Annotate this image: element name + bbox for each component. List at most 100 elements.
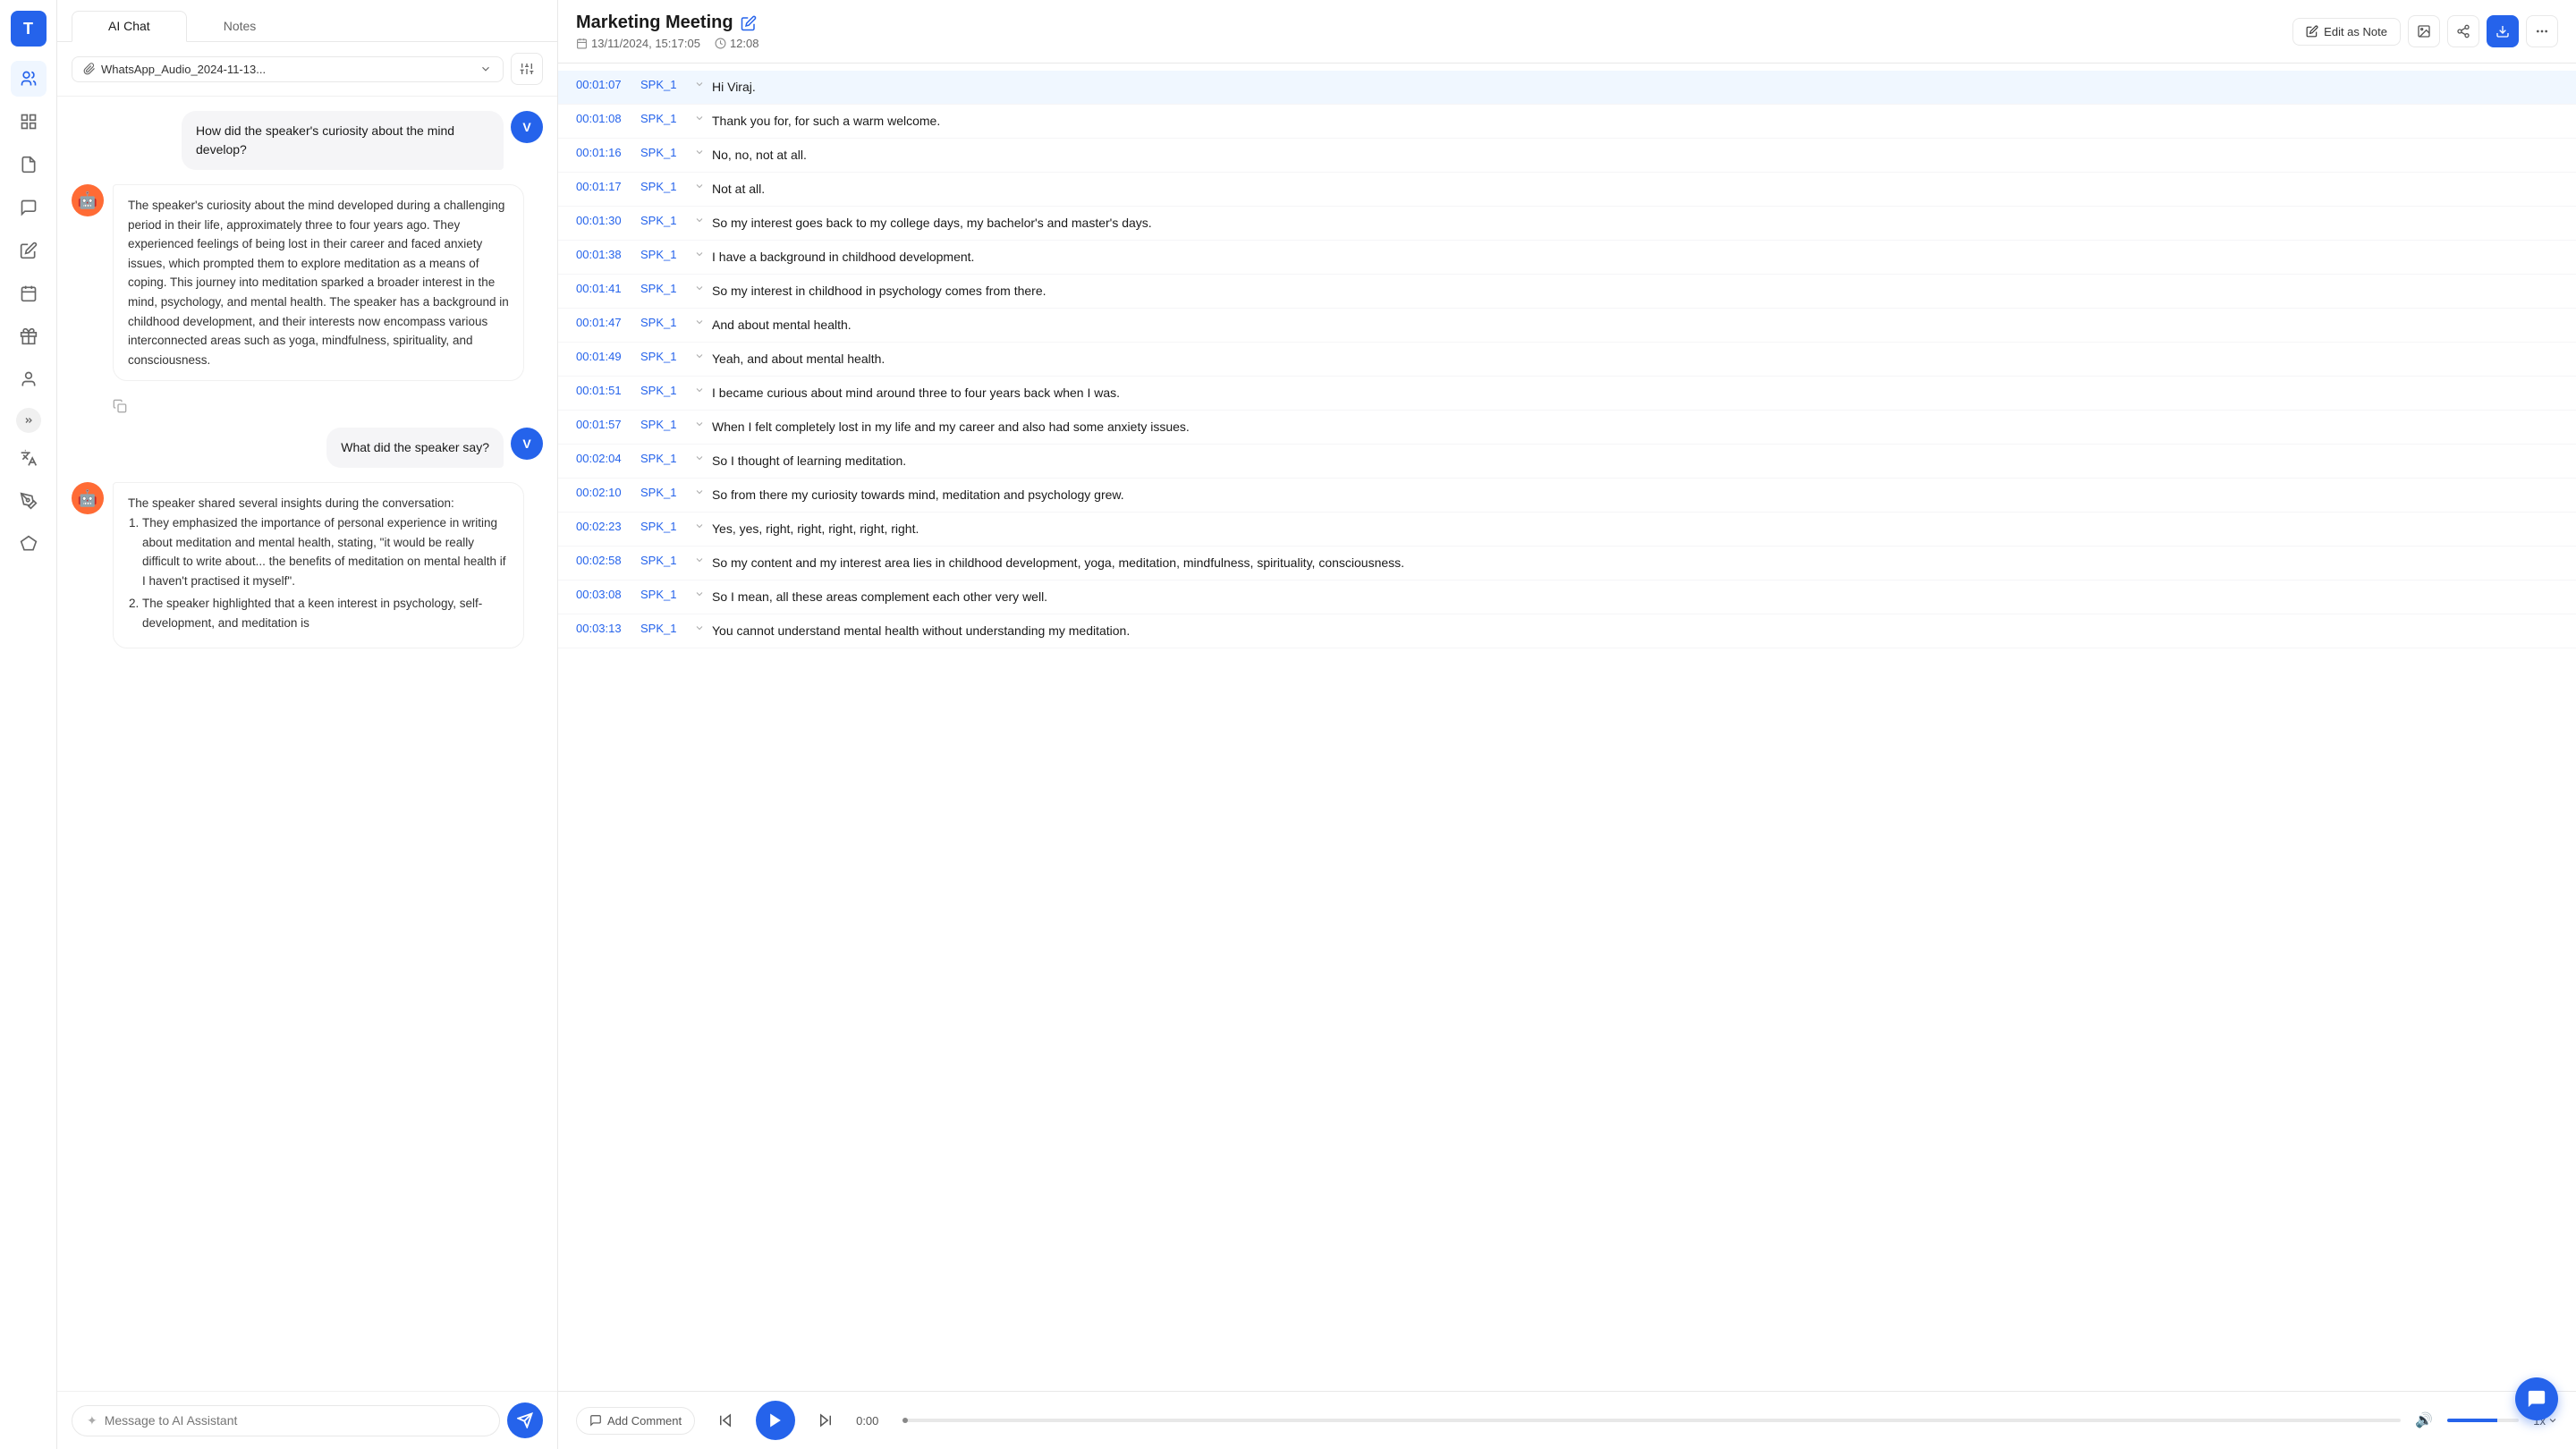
sidebar-item-diamond[interactable]: [11, 526, 47, 562]
right-panel: Marketing Meeting 13/11/2024, 15:17:05 1…: [558, 0, 2576, 1449]
transcript-chevron-icon: [694, 588, 712, 599]
chat-area: How did the speaker's curiosity about th…: [57, 97, 557, 1391]
transcript-time: 00:01:51: [576, 384, 640, 397]
sidebar-item-pen[interactable]: [11, 483, 47, 519]
transcript-row[interactable]: 00:03:08 SPK_1 So I mean, all these area…: [558, 580, 2576, 614]
edit-title-icon[interactable]: [741, 15, 757, 31]
share-button[interactable]: [2447, 15, 2479, 47]
transcript-text: Hi Viraj.: [712, 78, 2558, 97]
transcript-row[interactable]: 00:01:16 SPK_1 No, no, not at all.: [558, 139, 2576, 173]
add-comment-button[interactable]: Add Comment: [576, 1407, 695, 1435]
transcript-text: Yes, yes, right, right, right, right, ri…: [712, 520, 2558, 538]
current-time: 0:00: [856, 1414, 888, 1428]
tab-ai-chat[interactable]: AI Chat: [72, 11, 187, 42]
chat-input-area: ✦: [57, 1391, 557, 1449]
transcript-row[interactable]: 00:01:57 SPK_1 When I felt completely lo…: [558, 411, 2576, 445]
transcript-speaker: SPK_1: [640, 520, 694, 533]
transcript-chevron-icon: [694, 316, 712, 327]
sidebar-item-user[interactable]: [11, 361, 47, 397]
transcript-text: And about mental health.: [712, 316, 2558, 335]
transcript-row[interactable]: 00:02:10 SPK_1 So from there my curiosit…: [558, 479, 2576, 513]
transcript-time: 00:01:57: [576, 418, 640, 431]
sidebar-item-translate[interactable]: [11, 440, 47, 476]
filter-settings-button[interactable]: [511, 53, 543, 85]
sidebar-item-gift[interactable]: [11, 318, 47, 354]
progress-bar[interactable]: [902, 1419, 2401, 1422]
sidebar-item-edit[interactable]: [11, 233, 47, 268]
transcript-row[interactable]: 00:01:38 SPK_1 I have a background in ch…: [558, 241, 2576, 275]
support-chat-button[interactable]: [2515, 1377, 2558, 1420]
transcript-row[interactable]: 00:02:04 SPK_1 So I thought of learning …: [558, 445, 2576, 479]
transcript-time: 00:01:16: [576, 146, 640, 159]
sidebar-item-grid[interactable]: [11, 104, 47, 140]
transcript-speaker: SPK_1: [640, 418, 694, 431]
edit-as-note-button[interactable]: Edit as Note: [2292, 18, 2401, 46]
sidebar-item-people[interactable]: [11, 61, 47, 97]
user-bubble-2: What did the speaker say?: [326, 428, 504, 468]
user-message-2: What did the speaker say? V: [72, 428, 543, 468]
transcript-row[interactable]: 00:01:07 SPK_1 Hi Viraj.: [558, 71, 2576, 105]
transcript-row[interactable]: 00:01:17 SPK_1 Not at all.: [558, 173, 2576, 207]
sidebar-expand-btn[interactable]: [16, 408, 41, 433]
share-icon: [2456, 24, 2470, 38]
transcript-time: 00:03:13: [576, 622, 640, 635]
clock-icon: [715, 38, 726, 49]
play-icon: [767, 1411, 784, 1429]
sidebar-item-file[interactable]: [11, 147, 47, 182]
ai-message-1: 🤖 The speaker's curiosity about the mind…: [72, 184, 543, 381]
transcript-text: Not at all.: [712, 180, 2558, 199]
transcript-text: So my content and my interest area lies …: [712, 554, 2558, 572]
transcript-row[interactable]: 00:01:51 SPK_1 I became curious about mi…: [558, 377, 2576, 411]
ai-avatar-2: 🤖: [72, 482, 104, 514]
transcript-row[interactable]: 00:02:58 SPK_1 So my content and my inte…: [558, 547, 2576, 580]
header-actions: Edit as Note: [2292, 15, 2558, 47]
transcript-chevron-icon: [694, 214, 712, 225]
transcript-row[interactable]: 00:01:49 SPK_1 Yeah, and about mental he…: [558, 343, 2576, 377]
transcript-row[interactable]: 00:03:13 SPK_1 You cannot understand men…: [558, 614, 2576, 648]
ai-bubble-2-list: They emphasized the importance of person…: [128, 513, 509, 633]
sparkle-icon: ✦: [87, 1413, 97, 1428]
volume-slider[interactable]: [2447, 1419, 2519, 1422]
transcript-row[interactable]: 00:01:41 SPK_1 So my interest in childho…: [558, 275, 2576, 309]
sidebar-item-chat[interactable]: [11, 190, 47, 225]
sidebar-item-calendar[interactable]: [11, 275, 47, 311]
transcript-time: 00:02:23: [576, 520, 640, 533]
transcript-time: 00:02:58: [576, 554, 640, 567]
transcript-row[interactable]: 00:01:08 SPK_1 Thank you for, for such a…: [558, 105, 2576, 139]
transcript-speaker: SPK_1: [640, 384, 694, 397]
support-chat-icon: [2527, 1389, 2546, 1409]
transcript-text: When I felt completely lost in my life a…: [712, 418, 2558, 436]
transcript-speaker: SPK_1: [640, 146, 694, 159]
send-button[interactable]: [507, 1402, 543, 1438]
transcript-row[interactable]: 00:01:47 SPK_1 And about mental health.: [558, 309, 2576, 343]
transcript-time: 00:02:04: [576, 452, 640, 465]
transcript-text: So my interest in childhood in psycholog…: [712, 282, 2558, 301]
download-button[interactable]: [2487, 15, 2519, 47]
file-selector-button[interactable]: WhatsApp_Audio_2024-11-13...: [72, 56, 504, 82]
play-button[interactable]: [756, 1401, 795, 1440]
transcript-text: So I mean, all these areas complement ea…: [712, 588, 2558, 606]
transcript-chevron-icon: [694, 622, 712, 633]
transcript-chevron-icon: [694, 520, 712, 531]
ai-list-item-1: They emphasized the importance of person…: [142, 513, 509, 590]
transcript-time: 00:01:38: [576, 248, 640, 261]
document-title: Marketing Meeting: [576, 13, 733, 33]
transcript-chevron-icon: [694, 554, 712, 565]
transcript-row[interactable]: 00:01:30 SPK_1 So my interest goes back …: [558, 207, 2576, 241]
document-duration: 12:08: [730, 37, 759, 50]
transcript-row[interactable]: 00:02:23 SPK_1 Yes, yes, right, right, r…: [558, 513, 2576, 547]
chat-input[interactable]: [105, 1413, 485, 1428]
transcript-area: 00:01:07 SPK_1 Hi Viraj. 00:01:08 SPK_1 …: [558, 64, 2576, 1391]
transcript-time: 00:01:08: [576, 112, 640, 125]
forward-button[interactable]: [809, 1404, 842, 1436]
transcript-text: So I thought of learning meditation.: [712, 452, 2558, 470]
tab-notes[interactable]: Notes: [187, 11, 293, 41]
more-options-button[interactable]: [2526, 15, 2558, 47]
transcript-time: 00:02:10: [576, 486, 640, 499]
sidebar: T: [0, 0, 57, 1449]
image-button[interactable]: [2408, 15, 2440, 47]
transcript-chevron-icon: [694, 112, 712, 123]
transcript-chevron-icon: [694, 78, 712, 89]
rewind-button[interactable]: [709, 1404, 741, 1436]
copy-button-1[interactable]: [113, 399, 543, 413]
